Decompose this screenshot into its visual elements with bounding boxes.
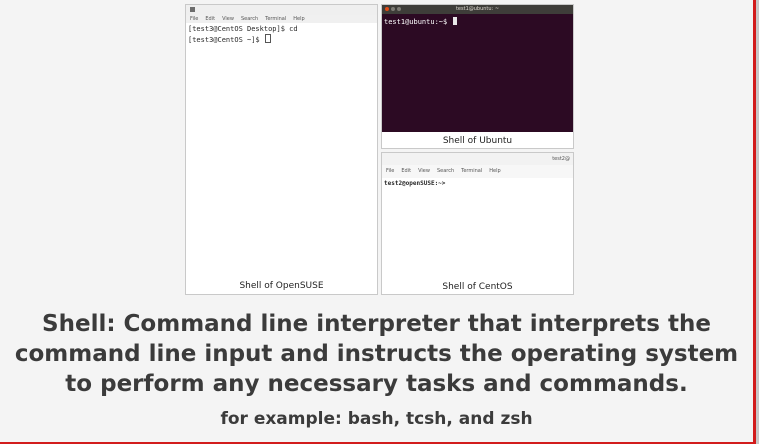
menu-help[interactable]: Help — [293, 15, 304, 23]
terminal-line: [test3@CentOS ~]$ — [188, 34, 377, 45]
centos-terminal-window[interactable]: test2@ File Edit View Search Terminal He… — [381, 152, 574, 295]
centos-caption: Shell of CentOS — [442, 282, 513, 292]
menu-help[interactable]: Help — [489, 165, 500, 178]
menu-terminal[interactable]: Terminal — [461, 165, 482, 178]
menu-search[interactable]: Search — [437, 165, 454, 178]
opensuse-caption: Shell of OpenSUSE — [239, 281, 324, 291]
terminal-prompt: test2@openSUSE:~> — [384, 180, 446, 187]
terminal-output[interactable]: test1@ubuntu:~$ — [382, 14, 573, 132]
menu-search[interactable]: Search — [241, 15, 258, 23]
shell-examples: for example: bash, tcsh, and zsh — [220, 409, 533, 429]
menu-edit[interactable]: Edit — [205, 15, 215, 23]
window-titlebar[interactable] — [186, 5, 377, 15]
shell-description-line-2: command line input and instructs the ope… — [14, 341, 739, 367]
terminal-line: [test3@CentOS Desktop]$ cd — [188, 25, 298, 33]
slide: File Edit View Search Terminal Help [tes… — [0, 0, 756, 444]
terminal-menubar: File Edit View Search Terminal Help — [186, 15, 377, 23]
window-title: test2@ — [552, 156, 570, 162]
menu-terminal[interactable]: Terminal — [265, 15, 286, 23]
shell-description-line-1: Shell: Command line interpreter that int… — [42, 311, 711, 337]
terminal-output[interactable]: test2@openSUSE:~> — [382, 178, 573, 188]
cursor — [264, 34, 271, 43]
menu-view[interactable]: View — [418, 165, 430, 178]
ubuntu-terminal-window[interactable]: test1@ubuntu: ~ test1@ubuntu:~$ Shell of… — [381, 4, 574, 149]
window-titlebar[interactable]: test1@ubuntu: ~ — [382, 5, 573, 14]
opensuse-terminal-window[interactable]: File Edit View Search Terminal Help [tes… — [185, 4, 378, 295]
window-title: test1@ubuntu: ~ — [455, 6, 500, 12]
terminal-prompt: [test3@CentOS ~]$ — [188, 36, 264, 44]
menu-view[interactable]: View — [222, 15, 234, 23]
shell-description-line-3: to perform any necessary tasks and comma… — [65, 371, 688, 397]
terminal-output[interactable]: [test3@CentOS Desktop]$ cd [test3@CentOS … — [186, 23, 377, 45]
terminal-menubar: File Edit View Search Terminal Help — [382, 165, 573, 178]
menu-edit[interactable]: Edit — [401, 165, 411, 178]
cursor — [453, 17, 458, 25]
ubuntu-caption: Shell of Ubuntu — [442, 136, 513, 146]
window-titlebar[interactable]: test2@ — [382, 153, 573, 165]
window-icon — [190, 7, 195, 12]
menu-file[interactable]: File — [386, 165, 394, 178]
terminal-prompt: test1@ubuntu:~$ — [384, 18, 452, 26]
menu-file[interactable]: File — [190, 15, 198, 23]
